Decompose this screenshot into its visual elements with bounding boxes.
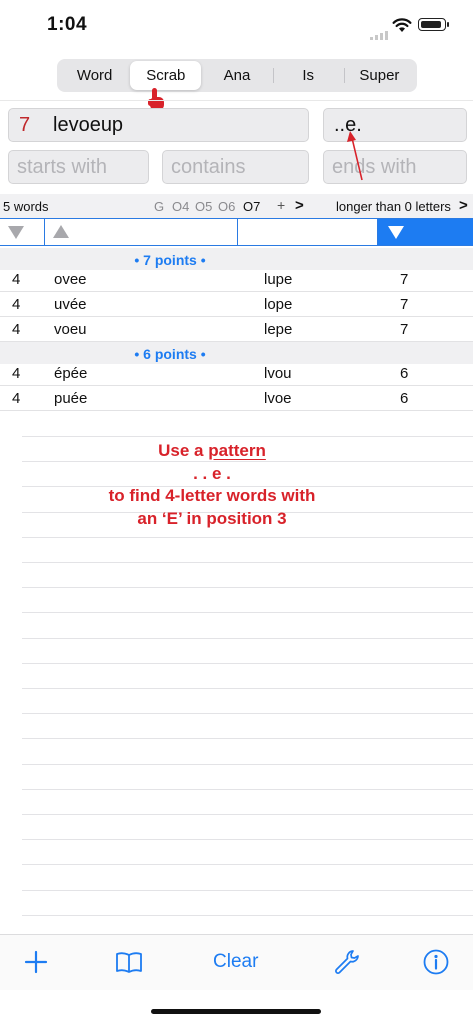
- home-indicator: [151, 1009, 321, 1014]
- sort-descending-icon: [8, 226, 24, 239]
- empty-row-line: [22, 864, 473, 865]
- letters-input[interactable]: 7 levoeup: [8, 108, 309, 142]
- empty-row-line: [22, 562, 473, 563]
- wifi-icon: [392, 18, 412, 32]
- empty-row-line: [22, 890, 473, 891]
- wrench-icon[interactable]: [332, 947, 362, 977]
- sort-length-column[interactable]: [0, 219, 45, 245]
- annotation-line-1: Use a pattern: [158, 441, 266, 460]
- word-count-label: 5 words: [3, 199, 49, 214]
- filter-o7[interactable]: O7: [243, 199, 260, 214]
- annotation-line-2: . . e .: [193, 464, 231, 483]
- bottom-toolbar: Clear: [0, 934, 473, 990]
- empty-row-line: [22, 461, 473, 462]
- letter-count: 7: [19, 114, 31, 136]
- status-bar: 1:04: [0, 0, 473, 50]
- filter-o5[interactable]: O5: [195, 199, 212, 214]
- empty-row-line: [22, 638, 473, 639]
- divider: [0, 100, 473, 101]
- empty-row-line: [22, 537, 473, 538]
- segment-word[interactable]: Word: [59, 61, 130, 90]
- length-filter-label[interactable]: longer than 0 letters: [336, 199, 451, 214]
- segment-scrab[interactable]: Scrab: [130, 61, 202, 90]
- sort-ascending-icon: [53, 225, 69, 238]
- table-row[interactable]: 4 épée lvou 6: [0, 361, 473, 386]
- chevron-right-icon[interactable]: >: [459, 197, 468, 214]
- mode-segmented-control: Word Scrab Ana Is Super: [57, 59, 417, 92]
- empty-row-line: [22, 436, 473, 437]
- empty-row-line: [22, 839, 473, 840]
- filter-o6[interactable]: O6: [218, 199, 235, 214]
- pointer-arrow-icon: [347, 131, 363, 181]
- table-row[interactable]: 4 uvée lope 7: [0, 292, 473, 317]
- add-filter-button[interactable]: +: [277, 197, 285, 213]
- empty-row-line: [22, 814, 473, 815]
- book-icon[interactable]: [114, 947, 144, 977]
- filter-g[interactable]: G: [154, 199, 164, 214]
- sort-word-column[interactable]: [45, 219, 238, 245]
- battery-icon: [418, 18, 449, 31]
- empty-row-line: [22, 738, 473, 739]
- empty-row-line: [22, 663, 473, 664]
- sort-descending-icon: [388, 226, 404, 239]
- empty-row-line: [22, 789, 473, 790]
- clock: 1:04: [47, 14, 88, 35]
- empty-row-line: [22, 713, 473, 714]
- sort-remaining-column[interactable]: [238, 219, 378, 245]
- filter-o4[interactable]: O4: [172, 199, 189, 214]
- segment-super[interactable]: Super: [343, 61, 415, 90]
- empty-row-line: [22, 587, 473, 588]
- plus-icon[interactable]: [21, 947, 51, 977]
- sort-header: [0, 218, 473, 246]
- contains-field[interactable]: contains: [162, 150, 309, 184]
- table-row[interactable]: 4 voeu lepe 7: [0, 317, 473, 342]
- empty-row-line: [22, 612, 473, 613]
- contains-placeholder: contains: [171, 156, 246, 178]
- starts-with-field[interactable]: starts with: [8, 150, 149, 184]
- info-icon[interactable]: [421, 947, 451, 977]
- segment-is[interactable]: Is: [272, 61, 344, 90]
- empty-row-line: [22, 688, 473, 689]
- sort-points-column[interactable]: [378, 219, 473, 245]
- signal-icon: [370, 30, 388, 40]
- results-info-bar: 5 words G O4 O5 O6 O7 + > longer than 0 …: [0, 194, 473, 218]
- chevron-right-icon[interactable]: >: [295, 197, 304, 214]
- empty-row-line: [22, 764, 473, 765]
- starts-with-placeholder: starts with: [17, 156, 108, 178]
- annotation-line-4: an ‘E’ in position 3: [137, 509, 287, 528]
- segment-ana[interactable]: Ana: [201, 61, 272, 90]
- table-row[interactable]: 4 ovee lupe 7: [0, 267, 473, 292]
- empty-row-line: [22, 915, 473, 916]
- letters-value: levoeup: [53, 114, 124, 136]
- table-row[interactable]: 4 puée lvoe 6: [0, 386, 473, 411]
- annotation-line-3: to find 4-letter words with: [108, 486, 316, 505]
- clear-button[interactable]: Clear: [213, 951, 258, 973]
